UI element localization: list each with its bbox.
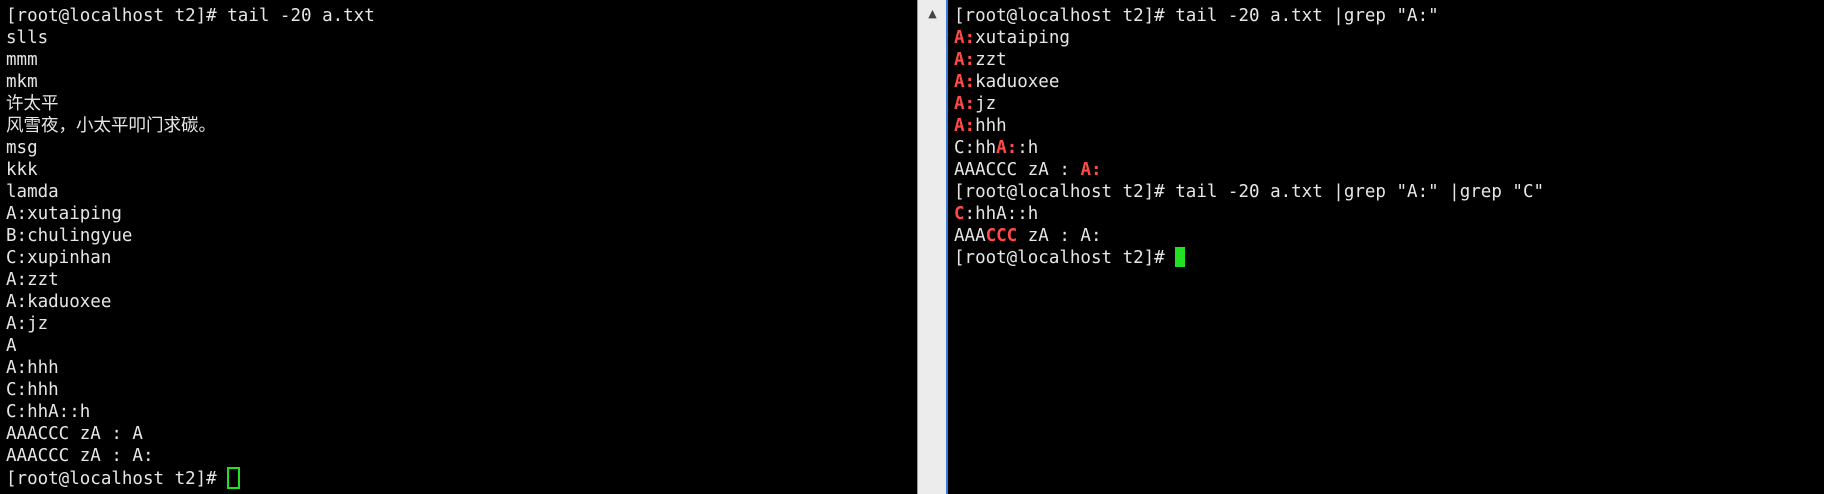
- terminal-line: AAACCC zA : A:: [6, 446, 154, 466]
- terminal-line: A:kaduoxee: [954, 71, 1824, 93]
- cursor-icon: [227, 467, 241, 489]
- terminal-line: 风雪夜，小太平叩门求碳。: [6, 116, 216, 136]
- line-text: AAA: [954, 226, 986, 246]
- line-text: kaduoxee: [975, 72, 1060, 92]
- terminal-line: A:xutaiping: [6, 204, 122, 224]
- terminal-line: A:jz: [6, 314, 49, 334]
- screen: [root@localhost t2]# tail -20 a.txt slls…: [0, 0, 1824, 494]
- match-highlight: A:: [954, 94, 976, 114]
- prompt: [root@localhost t2]#: [954, 248, 1176, 268]
- match-highlight: C: [954, 204, 965, 224]
- terminal-line: [root@localhost t2]# tail -20 a.txt |gre…: [954, 182, 1545, 202]
- terminal-line: C:hhA::h: [954, 137, 1824, 159]
- terminal-line: AAACCC zA : A:: [954, 159, 1824, 181]
- terminal-line: A:hhh: [954, 115, 1824, 137]
- line-text: C:hh: [954, 138, 997, 158]
- terminal-line: C:xupinhan: [6, 248, 112, 268]
- terminal-line: A:xutaiping: [954, 27, 1824, 49]
- terminal-line: kkk: [6, 160, 38, 180]
- terminal-line: mkm: [6, 72, 38, 92]
- terminal-line: AAACCC zA : A: [6, 424, 143, 444]
- terminal-line: mmm: [6, 50, 38, 70]
- line-text: :h: [1017, 138, 1039, 158]
- terminal-line: A:zzt: [6, 270, 59, 290]
- prompt-line: [root@localhost t2]#: [6, 467, 917, 489]
- line-text: :hhA::h: [964, 204, 1039, 224]
- terminal-line: AAACCC zA : A:: [954, 225, 1824, 247]
- terminal-line: slls: [6, 28, 49, 48]
- terminal-line: C:hhA::h: [6, 402, 91, 422]
- terminal-line: A: [6, 336, 17, 356]
- terminal-line: 许太平: [6, 94, 59, 114]
- line-text: zA : A:: [1017, 226, 1102, 246]
- match-highlight: A:: [996, 138, 1018, 158]
- match-highlight: A:: [954, 72, 976, 92]
- line-text: jz: [975, 94, 997, 114]
- match-highlight: CCC: [985, 226, 1018, 246]
- line-text: AAACCC zA :: [954, 160, 1081, 180]
- scroll-up-icon[interactable]: ▲: [917, 5, 948, 23]
- terminal-left[interactable]: [root@localhost t2]# tail -20 a.txt slls…: [0, 0, 917, 494]
- pane-divider[interactable]: ▲: [917, 0, 948, 494]
- terminal-line: [root@localhost t2]# tail -20 a.txt |gre…: [954, 6, 1439, 26]
- terminal-right[interactable]: [root@localhost t2]# tail -20 a.txt |gre…: [948, 0, 1824, 494]
- terminal-line: C:hhh: [6, 380, 59, 400]
- terminal-line: A:jz: [954, 93, 1824, 115]
- line-text: hhh: [975, 116, 1007, 136]
- terminal-line: A:zzt: [954, 49, 1824, 71]
- terminal-line: lamda: [6, 182, 59, 202]
- prompt-line: [root@localhost t2]#: [954, 247, 1824, 269]
- match-highlight: A:: [954, 50, 976, 70]
- divider-edge: [917, 0, 918, 494]
- terminal-line: B:chulingyue: [6, 226, 133, 246]
- match-highlight: A:: [1080, 160, 1102, 180]
- terminal-line: A:hhh: [6, 358, 59, 378]
- terminal-line: msg: [6, 138, 38, 158]
- line-text: xutaiping: [975, 28, 1070, 48]
- terminal-line: C:hhA::h: [954, 203, 1824, 225]
- line-text: zzt: [975, 50, 1007, 70]
- match-highlight: A:: [954, 28, 976, 48]
- prompt: [root@localhost t2]#: [6, 469, 228, 489]
- terminal-line: [root@localhost t2]# tail -20 a.txt: [6, 6, 375, 26]
- terminal-line: A:kaduoxee: [6, 292, 112, 312]
- match-highlight: A:: [954, 116, 976, 136]
- cursor-icon: [1175, 247, 1186, 267]
